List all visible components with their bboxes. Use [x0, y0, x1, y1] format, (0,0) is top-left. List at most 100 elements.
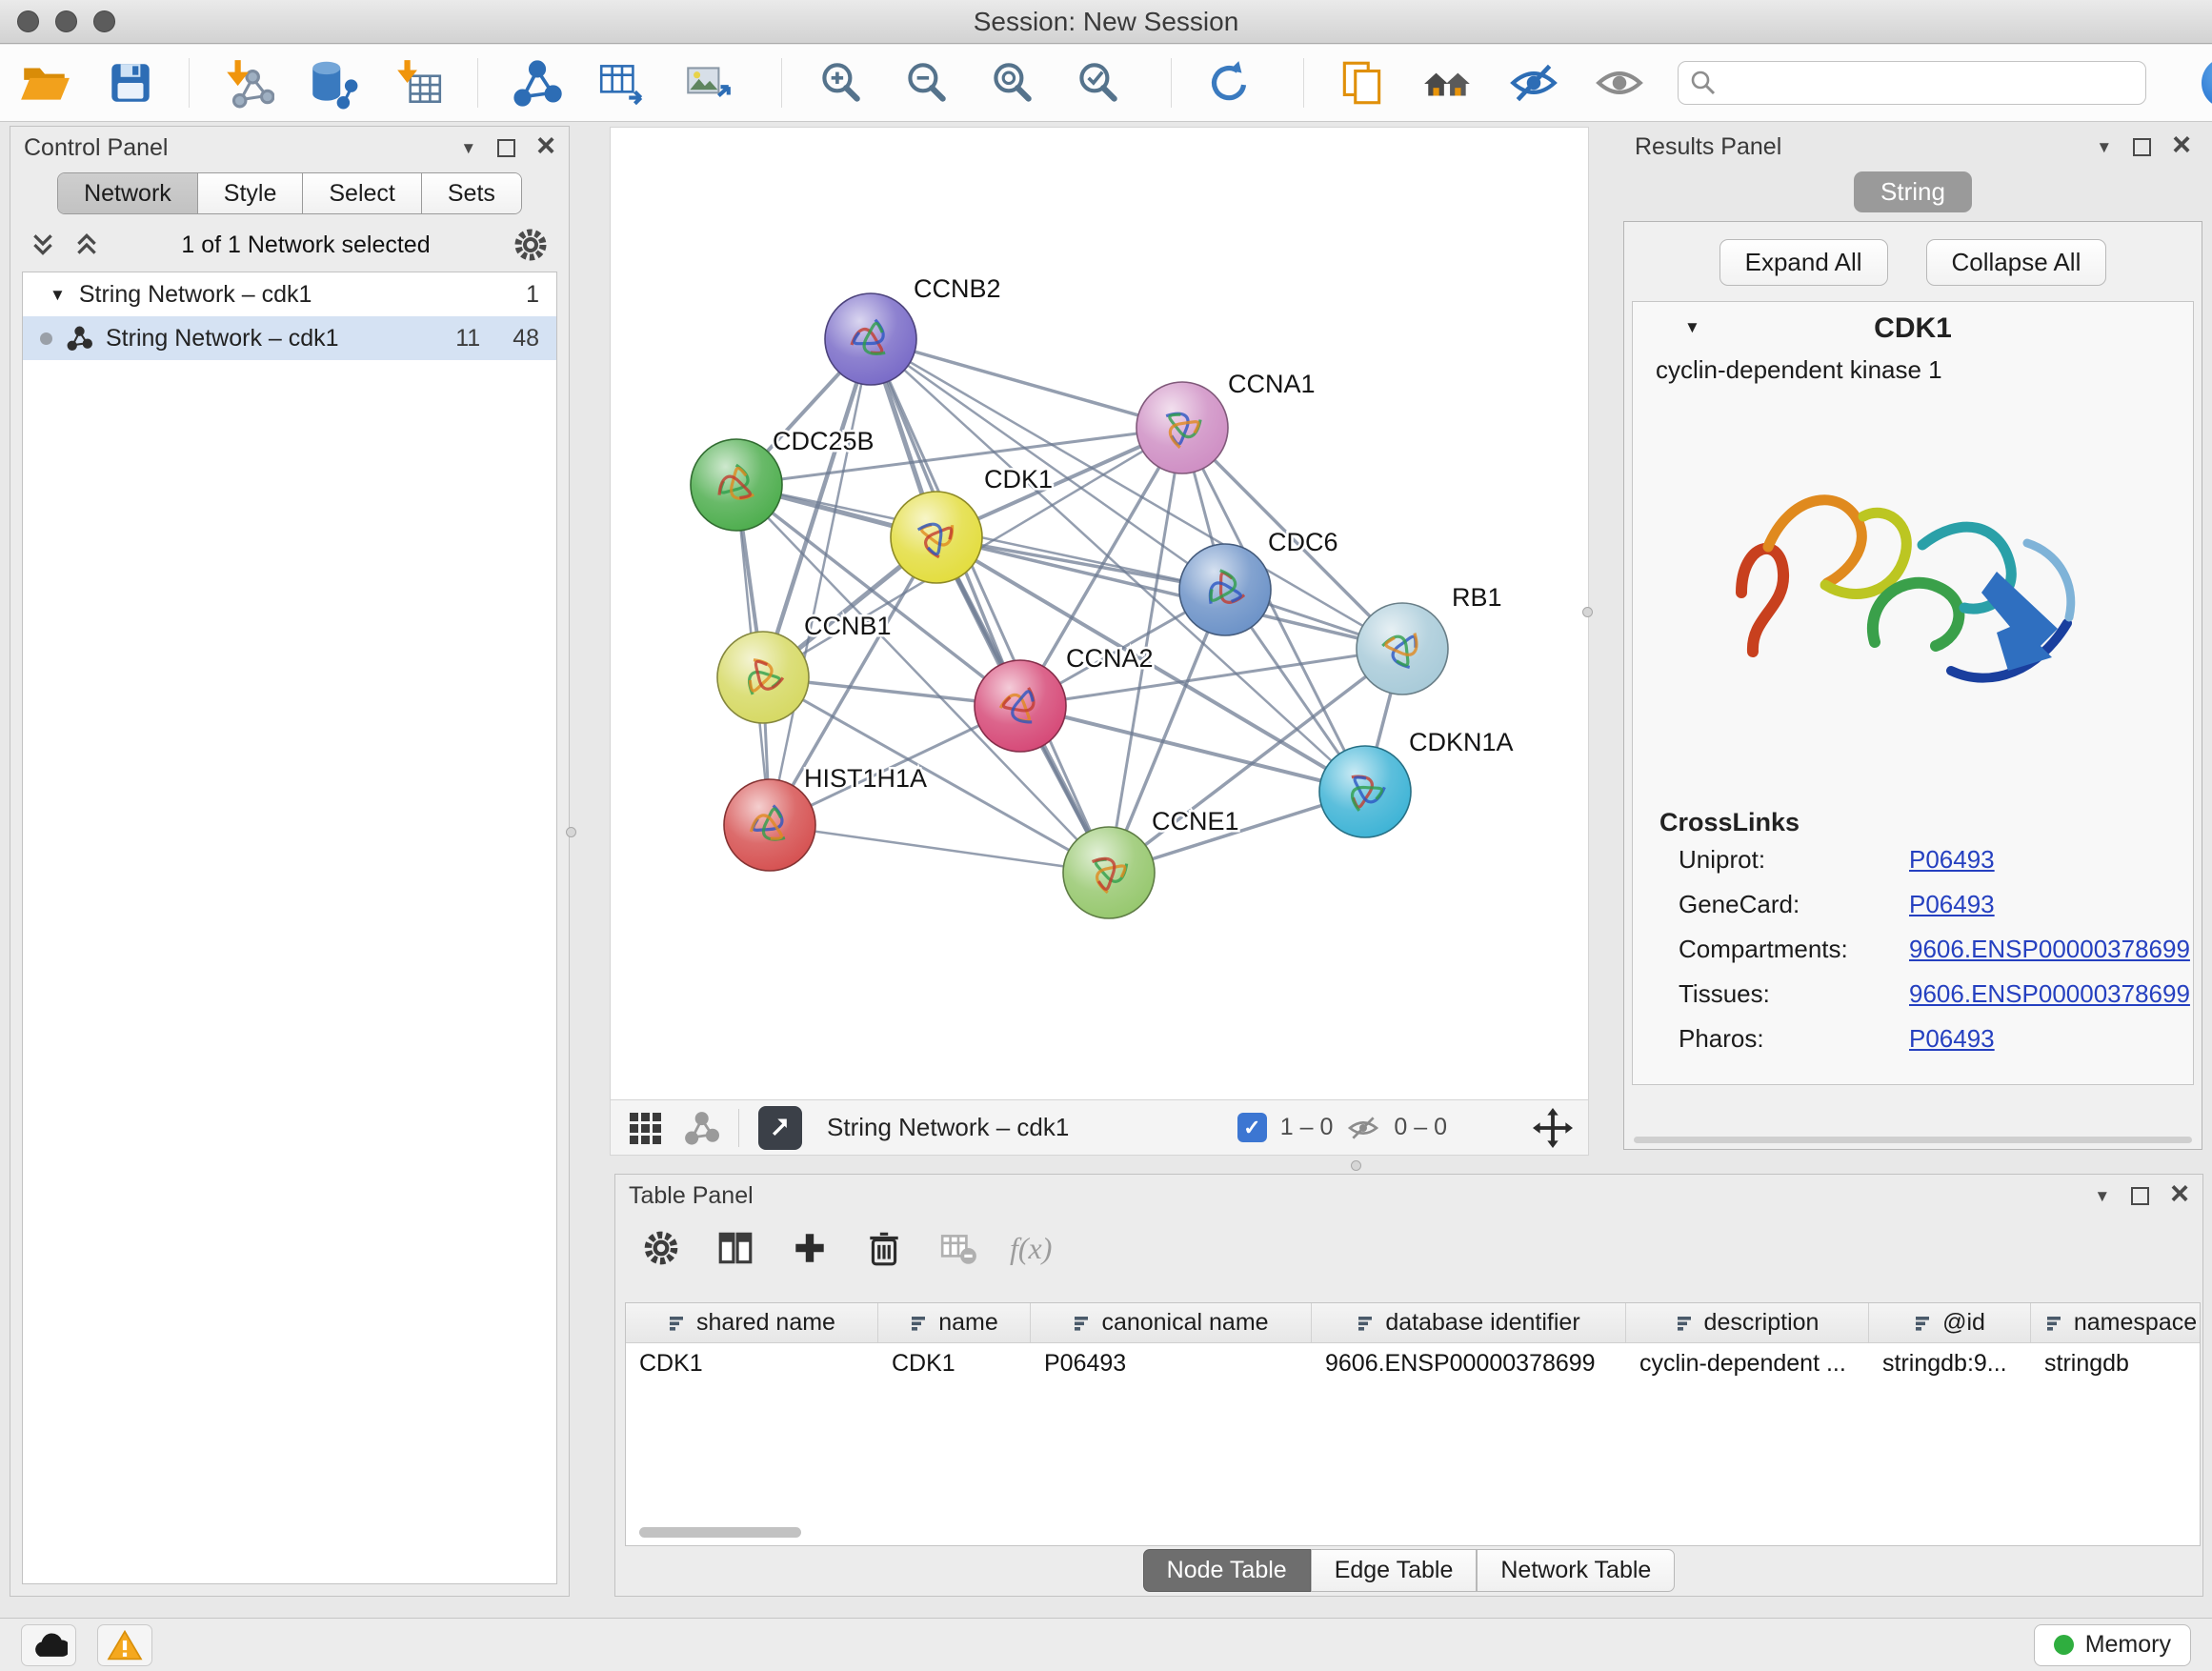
- duplicate-document-button[interactable]: [1335, 55, 1390, 111]
- genecard-link[interactable]: P06493: [1909, 890, 1995, 919]
- import-network-database-button[interactable]: [306, 55, 361, 111]
- table-row[interactable]: CDK1 CDK1 P06493 9606.ENSP00000378699 cy…: [626, 1343, 2200, 1383]
- cloud-button[interactable]: [21, 1624, 76, 1666]
- cell-database-identifier[interactable]: 9606.ENSP00000378699: [1312, 1350, 1626, 1378]
- selected-checkbox-icon[interactable]: ✓: [1237, 1113, 1267, 1142]
- network-node-cdkn1a[interactable]: [1319, 746, 1411, 837]
- results-scrollbar[interactable]: [1634, 1137, 2192, 1143]
- network-node-ccna2[interactable]: [975, 660, 1066, 752]
- tab-network[interactable]: Network: [58, 173, 198, 213]
- gear-icon[interactable]: [512, 226, 550, 264]
- toggle-columns-button[interactable]: [713, 1225, 758, 1271]
- tab-network-table[interactable]: Network Table: [1477, 1549, 1675, 1592]
- tissues-link[interactable]: 9606.ENSP00000378699: [1909, 979, 2190, 1009]
- panel-float-icon[interactable]: [2133, 138, 2151, 156]
- tab-edge-table[interactable]: Edge Table: [1311, 1549, 1478, 1592]
- tab-node-table[interactable]: Node Table: [1143, 1549, 1311, 1592]
- cell-canonical-name[interactable]: P06493: [1031, 1350, 1312, 1378]
- tab-style[interactable]: Style: [198, 173, 304, 213]
- home-button[interactable]: [1420, 55, 1476, 111]
- column-header[interactable]: database identifier: [1312, 1303, 1626, 1342]
- import-table-button[interactable]: [392, 55, 447, 111]
- network-node-ccne1[interactable]: [1063, 827, 1155, 918]
- network-edge[interactable]: [770, 339, 871, 825]
- network-view-icon[interactable]: [683, 1110, 719, 1146]
- network-node-hist1h1a[interactable]: [724, 779, 815, 871]
- crosshair-icon[interactable]: [1533, 1108, 1573, 1148]
- panel-collapse-icon[interactable]: ▼: [2096, 139, 2112, 155]
- tab-sets[interactable]: Sets: [422, 173, 521, 213]
- cell-namespace[interactable]: stringdb: [2031, 1350, 2201, 1378]
- panel-close-icon[interactable]: ×: [2172, 129, 2191, 161]
- expand-all-button[interactable]: Expand All: [1719, 239, 1888, 286]
- open-session-button[interactable]: [17, 55, 72, 111]
- collapse-icon[interactable]: ▼: [50, 287, 66, 303]
- tab-select[interactable]: Select: [303, 173, 421, 213]
- column-header[interactable]: @id: [1869, 1303, 2031, 1342]
- splitter-handle[interactable]: [566, 827, 576, 837]
- import-network-file-button[interactable]: [220, 55, 275, 111]
- show-hidden-button[interactable]: [1592, 55, 1647, 111]
- network-node-ccna1[interactable]: [1136, 382, 1228, 473]
- splitter-handle[interactable]: [1351, 1160, 1361, 1171]
- panel-collapse-icon[interactable]: ▼: [460, 140, 476, 156]
- network-node-cdk1[interactable]: [891, 492, 982, 583]
- column-header[interactable]: shared name: [626, 1303, 878, 1342]
- cell-shared-name[interactable]: CDK1: [626, 1350, 878, 1378]
- panel-collapse-icon[interactable]: ▼: [2094, 1188, 2110, 1204]
- chevrons-up-icon[interactable]: [73, 232, 100, 258]
- panel-float-icon[interactable]: [497, 139, 515, 157]
- memory-button[interactable]: Memory: [2034, 1624, 2191, 1666]
- panel-close-icon[interactable]: ×: [536, 130, 555, 162]
- cell-name[interactable]: CDK1: [878, 1350, 1031, 1378]
- gene-collapse-icon[interactable]: ▼: [1684, 319, 1700, 335]
- navigator-button[interactable]: [758, 1106, 802, 1150]
- add-column-button[interactable]: [787, 1225, 833, 1271]
- delete-column-button[interactable]: [861, 1225, 907, 1271]
- column-header[interactable]: namespace: [2031, 1303, 2201, 1342]
- uniprot-link[interactable]: P06493: [1909, 845, 1995, 875]
- network-edge[interactable]: [871, 339, 1109, 873]
- refresh-button[interactable]: [1202, 55, 1257, 111]
- zoom-out-button[interactable]: [898, 55, 954, 111]
- hide-selected-button[interactable]: [1506, 55, 1561, 111]
- minimize-window-button[interactable]: [55, 10, 77, 32]
- close-window-button[interactable]: [17, 10, 39, 32]
- panel-close-icon[interactable]: ×: [2170, 1178, 2189, 1210]
- delete-table-button[interactable]: [935, 1225, 981, 1271]
- save-session-button[interactable]: [103, 55, 158, 111]
- cell-description[interactable]: cyclin-dependent ...: [1626, 1350, 1869, 1378]
- function-builder-button[interactable]: f(x): [1010, 1231, 1052, 1266]
- collapse-all-button[interactable]: Collapse All: [1926, 239, 2107, 286]
- compartments-link[interactable]: 9606.ENSP00000378699: [1909, 935, 2190, 964]
- network-node-cdc25b[interactable]: [691, 439, 782, 531]
- new-network-button[interactable]: [509, 55, 564, 111]
- export-network-button[interactable]: [594, 55, 650, 111]
- network-node-rb1[interactable]: [1357, 603, 1448, 695]
- horizontal-scrollbar[interactable]: [639, 1527, 801, 1538]
- grid-view-icon[interactable]: [626, 1109, 664, 1147]
- panel-float-icon[interactable]: [2131, 1187, 2149, 1205]
- chevrons-down-icon[interactable]: [30, 232, 56, 258]
- network-edge[interactable]: [770, 825, 1109, 873]
- network-row[interactable]: String Network – cdk1 11 48: [23, 316, 556, 360]
- column-header[interactable]: description: [1626, 1303, 1869, 1342]
- search-input[interactable]: [1678, 61, 2146, 105]
- splitter-handle[interactable]: [1582, 607, 1593, 617]
- zoom-fit-button[interactable]: [984, 55, 1039, 111]
- zoom-selected-button[interactable]: [1070, 55, 1125, 111]
- network-node-ccnb2[interactable]: [825, 293, 916, 385]
- zoom-in-button[interactable]: [813, 55, 868, 111]
- warning-button[interactable]: [97, 1624, 152, 1666]
- pharos-link[interactable]: P06493: [1909, 1024, 1995, 1054]
- column-header[interactable]: name: [878, 1303, 1031, 1342]
- hidden-eye-slash-icon[interactable]: [1346, 1111, 1380, 1145]
- network-node-cdc6[interactable]: [1179, 544, 1271, 635]
- help-button[interactable]: ?: [2202, 57, 2212, 109]
- cell-id[interactable]: stringdb:9...: [1869, 1350, 2031, 1378]
- tab-string[interactable]: String: [1854, 171, 1972, 212]
- network-node-ccnb1[interactable]: [717, 632, 809, 723]
- zoom-window-button[interactable]: [93, 10, 115, 32]
- network-collection-row[interactable]: ▼ String Network – cdk1 1: [23, 272, 556, 316]
- table-settings-button[interactable]: [638, 1225, 684, 1271]
